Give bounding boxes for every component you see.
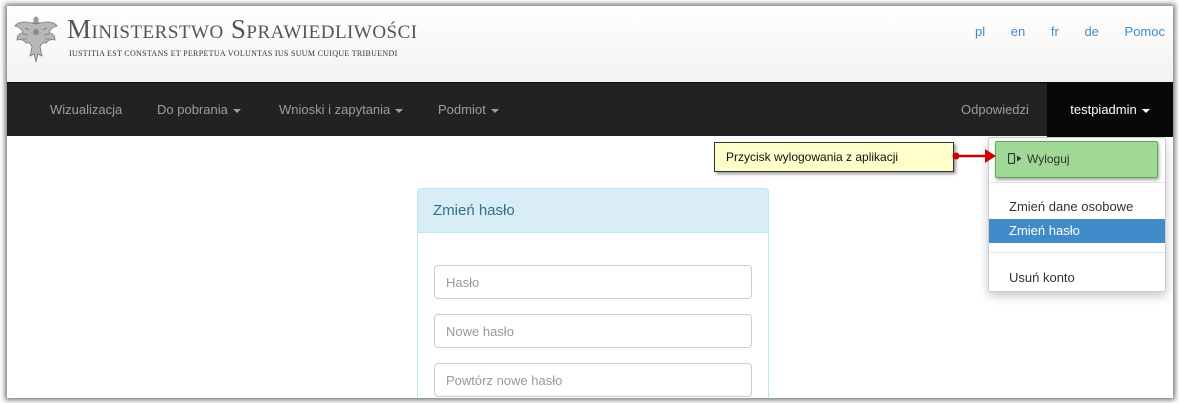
sign-out-icon bbox=[1008, 153, 1022, 164]
logout-label: Wyloguj bbox=[1027, 152, 1070, 166]
app-window: Ministerstwo Sprawiedliwości Iustitia es… bbox=[7, 6, 1173, 398]
user-dropdown-menu: Wyloguj Zmień dane osobowe Zmień hasło U… bbox=[988, 137, 1166, 292]
site-header: Ministerstwo Sprawiedliwości Iustitia es… bbox=[7, 6, 1173, 82]
caret-down-icon bbox=[490, 108, 499, 113]
language-bar: pl en fr de Pomoc bbox=[953, 24, 1165, 39]
menu-divider bbox=[989, 252, 1165, 253]
lang-pl-link[interactable]: pl bbox=[975, 24, 985, 39]
lang-fr-link[interactable]: fr bbox=[1051, 24, 1059, 39]
callout-arrow-icon bbox=[952, 149, 996, 163]
menu-item-edit-profile[interactable]: Zmień dane osobowe bbox=[989, 195, 1165, 219]
menu-item-delete-account[interactable]: Usuń konto bbox=[989, 266, 1165, 290]
new-password-field[interactable] bbox=[434, 314, 752, 348]
logout-callout: Przycisk wylogowania z aplikacji bbox=[714, 142, 954, 172]
menu-divider bbox=[989, 182, 1165, 183]
nav-item-label: Wnioski i zapytania bbox=[279, 102, 391, 117]
nav-item-label: Do pobrania bbox=[157, 102, 228, 117]
repeat-password-field[interactable] bbox=[434, 363, 752, 397]
nav-item-odpowiedzi[interactable]: Odpowiedzi bbox=[961, 83, 1029, 137]
nav-item-wizualizacja[interactable]: Wizualizacja bbox=[50, 83, 122, 137]
nav-item-label: Wizualizacja bbox=[50, 102, 123, 117]
site-motto: Iustitia est constans et perpetua volunt… bbox=[69, 49, 398, 58]
change-password-panel: Zmień hasło bbox=[417, 188, 769, 398]
help-link[interactable]: Pomoc bbox=[1125, 24, 1165, 39]
user-name: testpiadmin bbox=[1070, 102, 1137, 117]
caret-down-icon bbox=[1141, 108, 1150, 113]
nav-item-do-pobrania[interactable]: Do pobrania bbox=[157, 83, 241, 137]
caret-down-icon bbox=[395, 108, 404, 113]
lang-en-link[interactable]: en bbox=[1011, 24, 1025, 39]
panel-title: Zmień hasło bbox=[418, 189, 768, 233]
nav-item-podmiot[interactable]: Podmiot bbox=[438, 83, 499, 137]
polish-eagle-emblem-icon bbox=[14, 16, 58, 63]
user-menu-toggle[interactable]: testpiadmin bbox=[1047, 83, 1173, 137]
password-field[interactable] bbox=[434, 265, 752, 299]
nav-item-label: Odpowiedzi bbox=[961, 102, 1029, 117]
menu-item-change-password[interactable]: Zmień hasło bbox=[989, 219, 1165, 243]
nav-item-label: Podmiot bbox=[438, 102, 486, 117]
logout-button[interactable]: Wyloguj bbox=[995, 141, 1158, 178]
lang-de-link[interactable]: de bbox=[1084, 24, 1098, 39]
main-navbar: Wizualizacja Do pobrania Wnioski i zapyt… bbox=[7, 82, 1173, 137]
site-title: Ministerstwo Sprawiedliwości bbox=[67, 14, 418, 44]
nav-item-wnioski[interactable]: Wnioski i zapytania bbox=[279, 83, 404, 137]
caret-down-icon bbox=[232, 108, 241, 113]
